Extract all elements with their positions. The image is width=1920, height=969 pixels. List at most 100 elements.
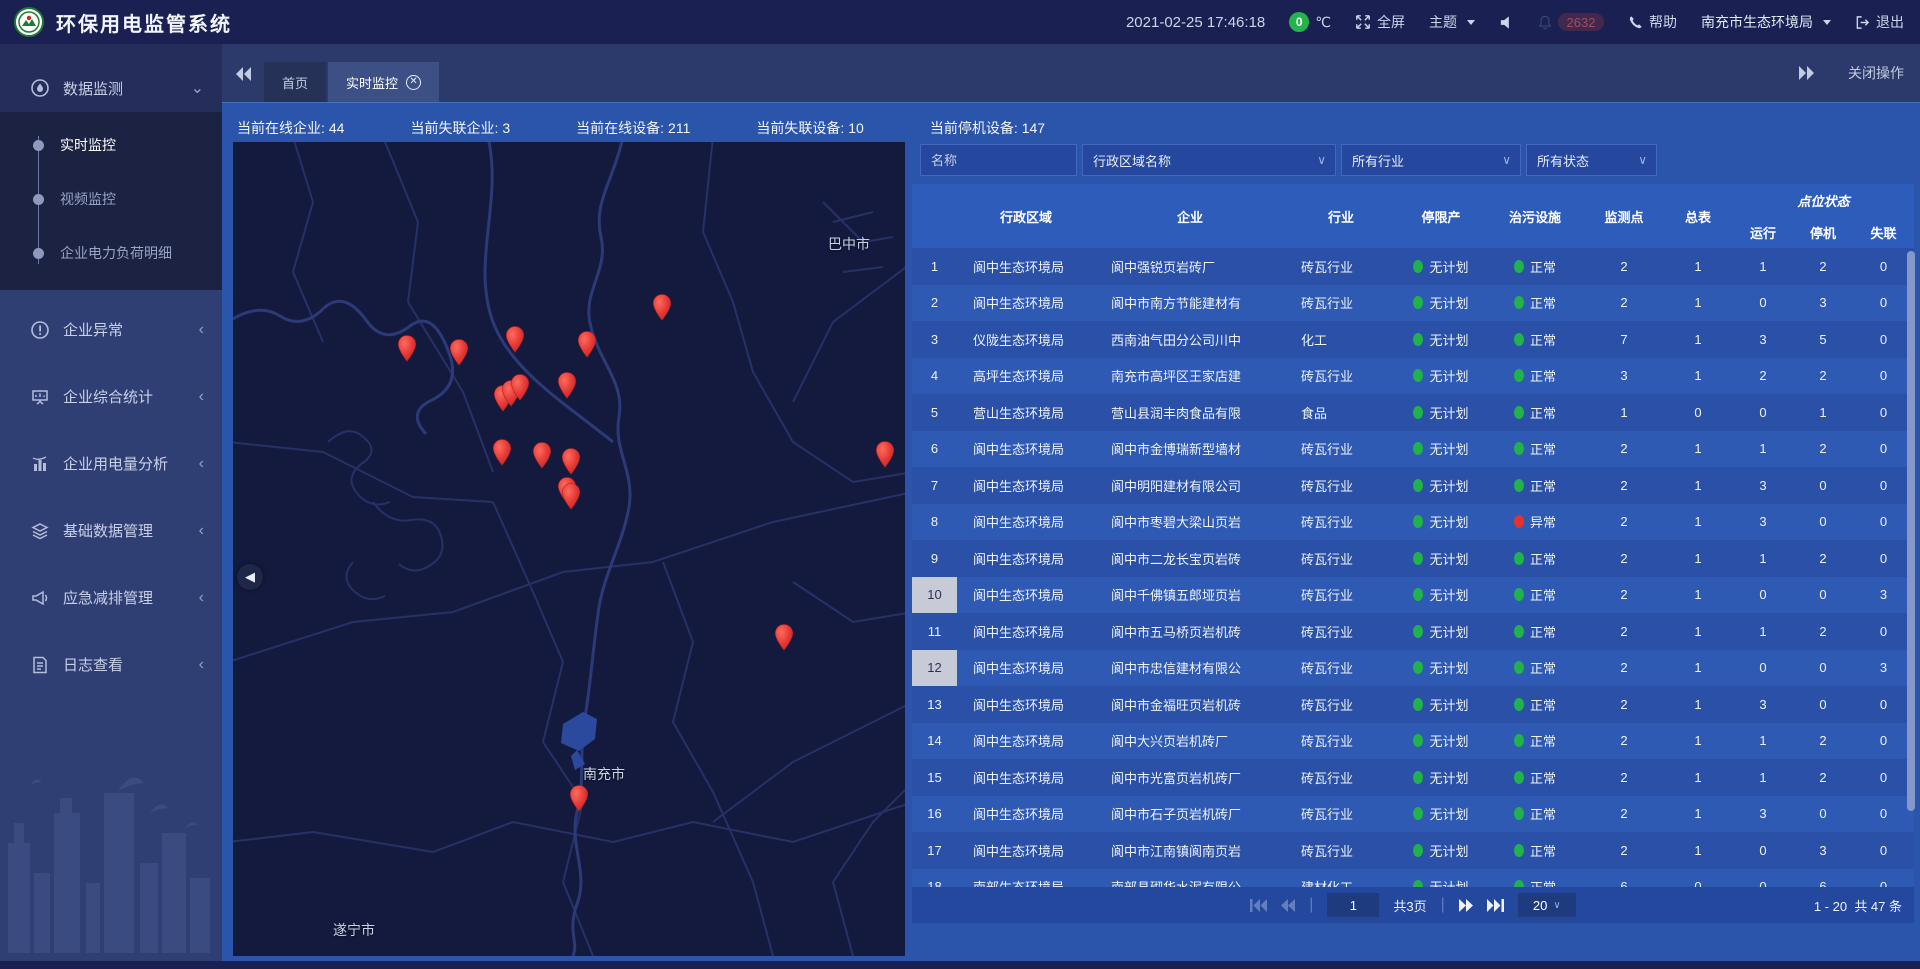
sidebar-item-video-monitor[interactable]: 视频监控 <box>0 172 222 226</box>
prev-page-button[interactable] <box>1281 899 1295 912</box>
fullscreen-button[interactable]: 全屏 <box>1355 12 1405 32</box>
map-collapse-button[interactable]: ◀ <box>237 564 263 590</box>
table-row[interactable]: 18南部生态环境局南部县砌华水泥有限公建材化工无计划正常60060 <box>912 869 1914 888</box>
status-filter-select[interactable]: 所有状态 ∨ <box>1526 144 1657 176</box>
stat-label: 当前失联企业: <box>410 120 498 136</box>
help-button[interactable]: 帮助 <box>1628 12 1677 32</box>
table-row[interactable]: 16阆中生态环境局阆中市石子页岩机砖厂砖瓦行业无计划正常21300 <box>912 796 1914 833</box>
tab-realtime-monitor[interactable]: 实时监控 ✕ <box>328 62 439 102</box>
table-scrollbar[interactable] <box>1907 248 1915 887</box>
mute-button[interactable] <box>1499 15 1514 30</box>
double-chevron-right-icon[interactable] <box>1798 66 1814 80</box>
sidebar-item-emergency-reduction[interactable]: 应急减排管理 ‹ <box>0 564 222 631</box>
table-row[interactable]: 6阆中生态环境局阆中市金博瑞新型墙材砖瓦行业无计划正常21120 <box>912 431 1914 468</box>
lost-cell: 0 <box>1853 832 1914 869</box>
stat-item: 当前停机设备:147 <box>926 118 1045 138</box>
map-pin-icon[interactable] <box>504 325 526 353</box>
map-pin-icon[interactable] <box>773 623 795 651</box>
lost-cell: 0 <box>1853 394 1914 431</box>
map-panel[interactable]: 巴中市 南充市 遂宁市 ◀ <box>233 142 905 956</box>
first-page-button[interactable] <box>1250 899 1267 912</box>
table-row[interactable]: 2阆中生态环境局阆中市南方节能建材有砖瓦行业无计划正常21030 <box>912 285 1914 322</box>
table-row[interactable]: 12阆中生态环境局阆中市忠信建材有限公砖瓦行业无计划正常21003 <box>912 650 1914 687</box>
map-pin-icon[interactable] <box>491 438 513 466</box>
map-pin-icon[interactable] <box>556 371 578 399</box>
table-row[interactable]: 13阆中生态环境局阆中市金福旺页岩机砖砖瓦行业无计划正常21300 <box>912 686 1914 723</box>
map-pin-icon[interactable] <box>531 441 553 469</box>
table-row[interactable]: 1阆中生态环境局阆中强锐页岩砖厂砖瓦行业无计划正常21120 <box>912 248 1914 285</box>
green-dot-icon <box>1413 296 1423 309</box>
table-row[interactable]: 8阆中生态环境局阆中市枣碧大梁山页岩砖瓦行业无计划异常21300 <box>912 504 1914 541</box>
company-cell: 阆中市忠信建材有限公 <box>1095 650 1285 687</box>
next-page-button[interactable] <box>1459 899 1473 912</box>
table-row[interactable]: 3仪陇生态环境局西南油气田分公司川中化工无计划正常71350 <box>912 321 1914 358</box>
map-pin-icon[interactable] <box>396 334 418 362</box>
last-page-button[interactable] <box>1487 899 1504 912</box>
name-filter-input[interactable] <box>920 144 1077 176</box>
points-cell: 2 <box>1585 285 1663 322</box>
sidebar-item-company-statistics[interactable]: 企业综合统计 ‹ <box>0 363 222 430</box>
page-number-input[interactable] <box>1327 893 1379 917</box>
table-row[interactable]: 11阆中生态环境局阆中市五马桥页岩机砖砖瓦行业无计划正常21120 <box>912 613 1914 650</box>
row-number-cell: 8 <box>912 504 957 541</box>
map-pin-icon[interactable] <box>576 330 598 358</box>
sidebar-item-base-data[interactable]: 基础数据管理 ‹ <box>0 497 222 564</box>
sidebar-item-company-abnormal[interactable]: 企业异常 ‹ <box>0 296 222 363</box>
lost-cell: 0 <box>1853 431 1914 468</box>
sidebar-item-realtime-monitor[interactable]: 实时监控 <box>0 118 222 172</box>
sidebar-item-data-monitoring[interactable]: 数据监测 ⌄ <box>0 64 222 112</box>
map-pin-icon[interactable] <box>560 482 582 510</box>
map-pin-icon[interactable] <box>874 440 896 468</box>
map-pin-icon[interactable] <box>509 373 531 401</box>
scrollbar-thumb[interactable] <box>1907 251 1915 811</box>
tabs-scroll-left-button[interactable] <box>230 60 258 88</box>
table-row[interactable]: 17阆中生态环境局阆中市江南镇阆南页岩砖瓦行业无计划正常21030 <box>912 832 1914 869</box>
close-operations-button[interactable]: 关闭操作 <box>1848 63 1904 83</box>
table-row[interactable]: 15阆中生态环境局阆中市光富页岩机砖厂砖瓦行业无计划正常21120 <box>912 759 1914 796</box>
table-panel: 行政区域名称 ∨ 所有行业 ∨ 所有状态 ∨ 行政区域 企业 行业 停限产 治污… <box>912 142 1914 923</box>
chevron-left-icon: ‹ <box>199 589 204 607</box>
table-row[interactable]: 5营山生态环境局营山县润丰肉食品有限食品无计划正常10010 <box>912 394 1914 431</box>
chevron-left-icon: ‹ <box>199 656 204 674</box>
sidebar-item-power-analysis[interactable]: 企业用电量分析 ‹ <box>0 430 222 497</box>
region-filter-select[interactable]: 行政区域名称 ∨ <box>1082 144 1336 176</box>
page-size-select[interactable]: 20 ∨ <box>1518 893 1576 917</box>
timeline-dot-icon <box>33 194 44 205</box>
row-number-cell: 14 <box>912 723 957 760</box>
lost-cell: 0 <box>1853 686 1914 723</box>
sidebar-item-power-load-detail[interactable]: 企业电力负荷明细 <box>0 226 222 280</box>
table-row[interactable]: 7阆中生态环境局阆中明阳建材有限公司砖瓦行业无计划正常21300 <box>912 467 1914 504</box>
stop-cell: 0 <box>1793 650 1853 687</box>
plan-cell: 无计划 <box>1397 321 1485 358</box>
table-row[interactable]: 4高坪生态环境局南充市高坪区王家店建砖瓦行业无计划正常31220 <box>912 358 1914 395</box>
run-cell: 1 <box>1733 613 1793 650</box>
run-cell: 0 <box>1733 394 1793 431</box>
total-cell: 0 <box>1663 394 1733 431</box>
map-pin-icon[interactable] <box>448 338 470 366</box>
green-dot-icon <box>1413 771 1423 784</box>
table-row[interactable]: 14阆中生态环境局阆中大兴页岩机砖厂砖瓦行业无计划正常21120 <box>912 723 1914 760</box>
sidebar-item-log-view[interactable]: 日志查看 ‹ <box>0 631 222 698</box>
sub-item-label: 视频监控 <box>60 189 116 209</box>
logout-button[interactable]: 退出 <box>1855 12 1904 32</box>
notifications[interactable]: 2632 <box>1538 13 1604 31</box>
industry-filter-select[interactable]: 所有行业 ∨ <box>1341 144 1521 176</box>
plan-text: 无计划 <box>1429 804 1468 823</box>
column-header-facility: 治污设施 <box>1485 184 1585 248</box>
name-input[interactable] <box>931 153 1066 168</box>
org-dropdown[interactable]: 南充市生态环境局 <box>1701 12 1831 32</box>
map-pin-icon[interactable] <box>568 784 590 812</box>
green-dot-icon <box>1413 734 1423 747</box>
table-row[interactable]: 9阆中生态环境局阆中市二龙长宝页岩砖砖瓦行业无计划正常21120 <box>912 540 1914 577</box>
points-cell: 2 <box>1585 796 1663 833</box>
map-pin-icon[interactable] <box>560 447 582 475</box>
tab-close-icon[interactable]: ✕ <box>406 75 421 90</box>
run-cell: 0 <box>1733 650 1793 687</box>
map-pin-icon[interactable] <box>651 293 673 321</box>
theme-dropdown[interactable]: 主题 <box>1429 12 1475 32</box>
stat-label: 当前停机设备: <box>930 120 1018 136</box>
status-text: 正常 <box>1530 658 1556 677</box>
company-cell: 阆中市石子页岩机砖厂 <box>1095 796 1285 833</box>
tab-home[interactable]: 首页 <box>264 62 326 102</box>
table-row[interactable]: 10阆中生态环境局阆中千佛镇五郎垭页岩砖瓦行业无计划正常21003 <box>912 577 1914 614</box>
